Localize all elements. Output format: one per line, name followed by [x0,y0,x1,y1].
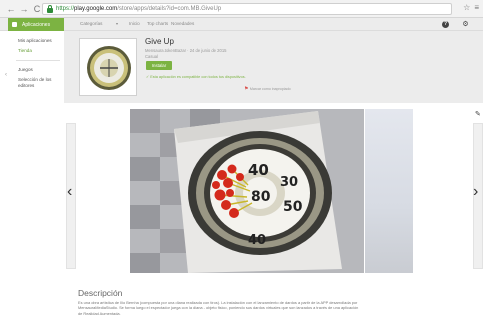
screenshot-next-preview[interactable] [365,109,413,273]
apps-tab-label: Aplicaciones [22,21,51,28]
target-number-top: 40 [248,161,269,179]
bookmark-star-icon[interactable]: ☆ [463,3,470,12]
target-number-30: 30 [280,175,298,190]
apps-tab[interactable]: Aplicaciones [8,18,64,31]
store-topbar: Aplicaciones Categorías ▾ Inicio Top cha… [0,18,483,31]
browser-menu-icon[interactable]: ≡ [474,3,479,12]
compatibility-notice: ✓ Esta aplicación es compatible con todo… [146,74,246,79]
target-number-bottom: 40 [248,233,266,248]
screenshot-image[interactable]: 40 30 80 50 40 [130,109,364,273]
sidebar-item-my-apps[interactable]: Mis aplicaciones [18,38,52,44]
help-icon[interactable]: ? [442,21,449,28]
flag-inappropriate-link[interactable]: ⚑ Marcar como inapropiado [244,86,291,92]
screenshot-gallery: ‹ › ✎ 40 30 80 50 40 [64,103,483,275]
lock-icon [46,5,54,13]
app-developer[interactable]: Mensaura.tokenBazar · 24 de junio de 201… [145,48,226,53]
description-text: Es una obra artística de Ilio Bernha (co… [78,300,359,316]
home-link[interactable]: Inicio [129,21,140,26]
top-charts-link[interactable]: Top charts [147,21,168,26]
target-number-center: 80 [251,189,271,205]
collapse-sidebar-icon[interactable]: ‹ [5,72,7,78]
sidebar-item-games[interactable]: Juegos [18,67,33,73]
apps-grid-icon [12,22,17,27]
reload-button[interactable]: C [32,3,42,15]
sidebar-divider [16,60,60,61]
url-path: /store/apps/details?id=com.MB.GiveUp [117,6,222,12]
compatibility-text: Esta aplicación es compatible con todos … [150,75,246,79]
url-scheme: https:// [56,6,75,12]
sidebar-item-store[interactable]: Tienda [18,48,32,54]
sidebar-item-editors-choice[interactable]: Selección de los editores [18,77,51,88]
forward-button[interactable]: → [19,3,29,15]
left-sidebar: Mis aplicaciones Tienda Juegos Selección… [0,31,64,322]
install-button[interactable]: Instalar [146,61,172,70]
app-category[interactable]: Casual [145,54,158,59]
app-title: Give Up [145,37,174,46]
gear-icon[interactable]: ⚙ [462,21,469,28]
app-icon [79,38,137,96]
edit-icon[interactable]: ✎ [475,110,481,118]
chevron-down-icon: ▾ [116,21,119,26]
app-header: Give Up Mensaura.tokenBazar · 24 de juni… [64,31,483,103]
next-screenshot-button[interactable]: › [473,183,478,201]
browser-toolbar: ← → C https://play.google.com/store/apps… [0,0,483,18]
previous-screenshot-button[interactable]: ‹ [67,183,72,201]
categories-link[interactable]: Categorías [80,21,102,26]
address-bar[interactable]: https://play.google.com/store/apps/detai… [42,3,452,15]
target-number-right: 50 [283,199,303,215]
description-title: Descripción [78,288,123,298]
back-button[interactable]: ← [6,3,16,15]
flag-text: Marcar como inapropiado [249,87,291,91]
url-host: play.google.com [74,6,118,12]
new-releases-link[interactable]: Novedades [171,21,194,26]
